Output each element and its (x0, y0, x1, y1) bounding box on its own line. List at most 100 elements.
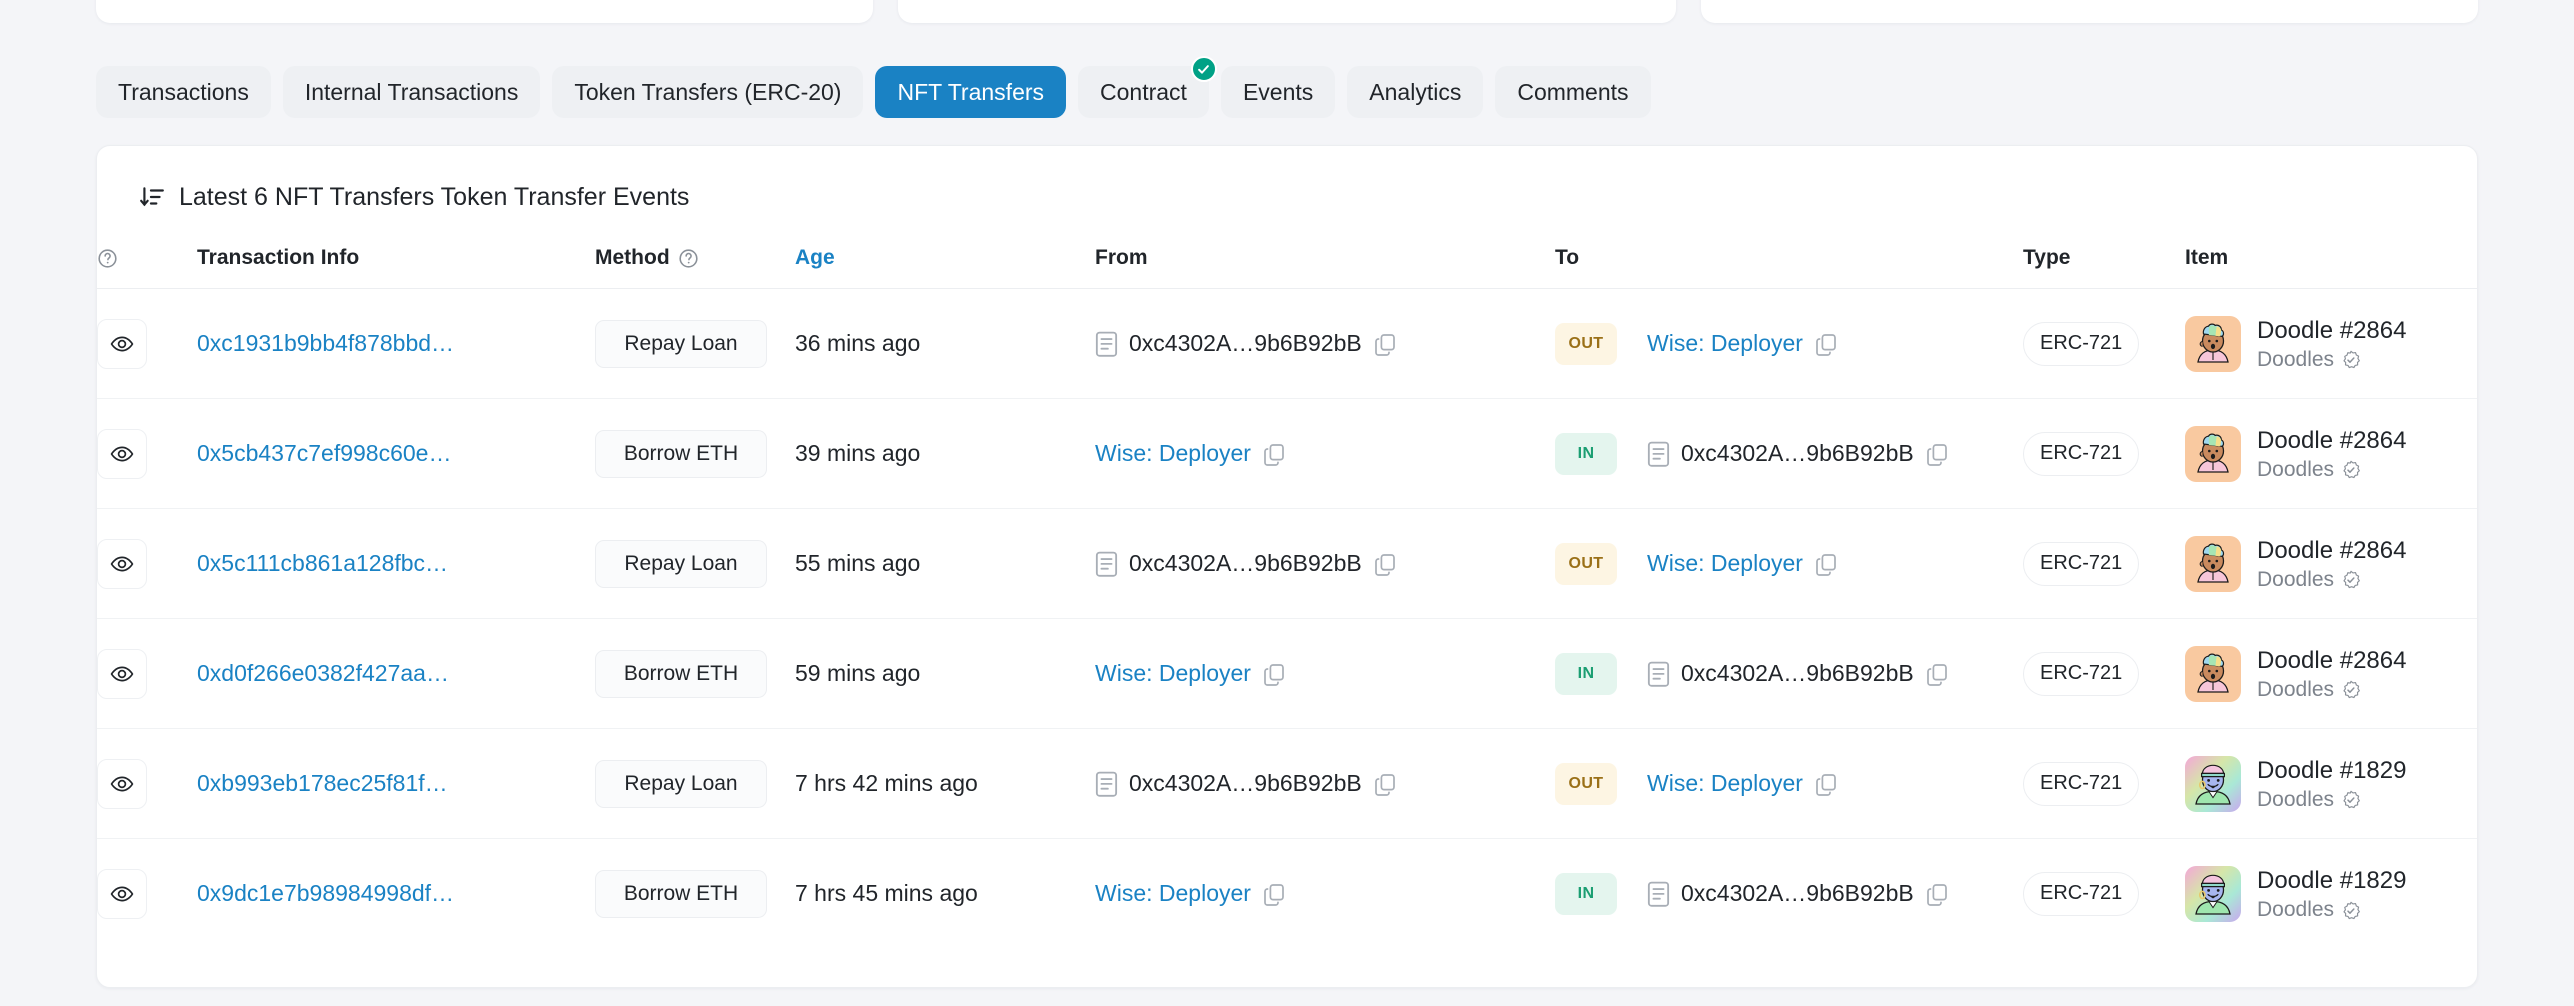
tab-transactions[interactable]: Transactions (96, 66, 271, 118)
nft-collection[interactable]: Doodles (2257, 789, 2334, 810)
nft-name[interactable]: Doodle #1829 (2257, 757, 2406, 785)
cell-from: Wise: Deployer (1095, 398, 1555, 509)
from-address-link[interactable]: Wise: Deployer (1095, 880, 1251, 907)
content-tabs: Transactions Internal Transactions Token T… (96, 56, 1651, 118)
to-party: Wise: Deployer (1647, 770, 1838, 797)
from-address-link[interactable]: Wise: Deployer (1095, 660, 1251, 687)
nft-collection[interactable]: Doodles (2257, 349, 2334, 370)
nft-name[interactable]: Doodle #2864 (2257, 427, 2406, 455)
token-type-badge: ERC-721 (2023, 431, 2140, 476)
copy-icon[interactable] (1373, 332, 1397, 356)
tab-analytics[interactable]: Analytics (1347, 66, 1484, 118)
panel-title: Latest 6 NFT Transfers Token Transfer Ev… (179, 182, 690, 211)
tab-comments[interactable]: Comments (1495, 66, 1651, 118)
eye-icon[interactable] (97, 758, 147, 809)
nft-thumbnail[interactable] (2185, 865, 2241, 922)
tab-label: Events (1242, 78, 1314, 105)
nft-thumbnail[interactable] (2185, 645, 2241, 702)
col-age[interactable]: Age (795, 232, 1095, 289)
sort-descending-icon[interactable] (139, 184, 165, 210)
to-address-link[interactable]: Wise: Deployer (1647, 770, 1803, 797)
tab-label: NFT Transfers (897, 78, 1045, 105)
cell-age: 7 hrs 45 mins ago (795, 838, 1095, 949)
col-age-label[interactable]: Age (795, 246, 835, 269)
cell-item: Doodle #1829 Doodles (2185, 838, 2477, 949)
copy-icon[interactable] (1814, 552, 1838, 576)
token-type-badge: ERC-721 (2023, 871, 2140, 916)
direction-badge: IN (1555, 652, 1617, 695)
method-badge: Repay Loan (595, 319, 767, 368)
from-address: 0xc4302A…9b6B92bB (1129, 330, 1362, 356)
copy-icon[interactable] (1373, 772, 1397, 796)
nft-collection[interactable]: Doodles (2257, 459, 2334, 480)
copy-icon[interactable] (1925, 662, 1949, 686)
tab-nft-transfers[interactable]: NFT Transfers (875, 66, 1067, 118)
table-header: Transaction Info Method Age From To Type… (97, 232, 2477, 289)
copy-icon[interactable] (1925, 442, 1949, 466)
cell-preview (97, 728, 197, 839)
eye-icon[interactable] (97, 648, 147, 699)
to-address-link[interactable]: Wise: Deployer (1647, 550, 1803, 577)
nft-name[interactable]: Doodle #2864 (2257, 537, 2406, 565)
from-party: 0xc4302A…9b6B92bB (1095, 330, 1555, 357)
tab-events[interactable]: Events (1220, 66, 1336, 118)
copy-icon[interactable] (1262, 442, 1286, 466)
to-address: 0xc4302A…9b6B92bB (1681, 880, 1914, 907)
eye-icon[interactable] (97, 428, 147, 479)
nft-thumbnail[interactable] (2185, 315, 2241, 372)
cell-method: Repay Loan (595, 508, 795, 619)
nft-name[interactable]: Doodle #2864 (2257, 647, 2406, 675)
nft-collection[interactable]: Doodles (2257, 679, 2334, 700)
to-address-link[interactable]: Wise: Deployer (1647, 330, 1803, 357)
transaction-hash-link[interactable]: 0xd0f266e0382f427aa… (197, 660, 449, 686)
copy-icon[interactable] (1262, 662, 1286, 686)
nft-thumbnail[interactable] (2185, 535, 2241, 592)
tab-internal-transactions[interactable]: Internal Transactions (282, 66, 541, 118)
nft-transfers-table: Transaction Info Method Age From To Type… (97, 232, 2477, 949)
panel-header: Latest 6 NFT Transfers Token Transfer Ev… (97, 146, 2477, 232)
tab-label: Analytics (1369, 78, 1462, 105)
tab-token-transfers-erc-20[interactable]: Token Transfers (ERC-20) (552, 66, 864, 118)
cell-type: ERC-721 (2023, 728, 2185, 839)
col-item: Item (2185, 246, 2229, 269)
cell-transaction-info: 0x5cb437c7ef998c60e… (197, 398, 595, 509)
transaction-hash-link[interactable]: 0x5c111cb861a128fbc… (197, 550, 448, 576)
cell-type: ERC-721 (2023, 838, 2185, 949)
cell-from: 0xc4302A…9b6B92bB (1095, 508, 1555, 619)
cell-from: Wise: Deployer (1095, 618, 1555, 729)
overview-card (96, 0, 874, 23)
nft-name[interactable]: Doodle #1829 (2257, 867, 2406, 895)
transaction-hash-link[interactable]: 0xc1931b9bb4f878bbd… (197, 330, 454, 356)
to-party: 0xc4302A…9b6B92bB (1647, 880, 1949, 907)
copy-icon[interactable] (1814, 332, 1838, 356)
cell-item: Doodle #1829 Doodles (2185, 728, 2477, 839)
table-body: 0xc1931b9bb4f878bbd… Repay Loan 36 mins ag… (97, 288, 2477, 949)
tab-contract[interactable]: Contract (1078, 56, 1217, 118)
help-circle-icon[interactable] (97, 248, 118, 269)
transaction-hash-link[interactable]: 0x5cb437c7ef998c60e… (197, 440, 451, 466)
nft-thumbnail[interactable] (2185, 425, 2241, 482)
copy-icon[interactable] (1814, 772, 1838, 796)
transaction-hash-link[interactable]: 0x9dc1e7b98984998df… (197, 880, 454, 906)
transaction-hash-link[interactable]: 0xb993eb178ec25f81f… (197, 770, 448, 796)
copy-icon[interactable] (1262, 882, 1286, 906)
nft-collection[interactable]: Doodles (2257, 899, 2334, 920)
from-address-link[interactable]: Wise: Deployer (1095, 440, 1251, 467)
col-preview (97, 232, 197, 289)
col-method-label: Method (595, 246, 670, 269)
nft-thumbnail[interactable] (2185, 755, 2241, 812)
nft-collection[interactable]: Doodles (2257, 569, 2334, 590)
eye-icon[interactable] (97, 538, 147, 589)
help-circle-icon[interactable] (678, 248, 699, 269)
cell-age: 39 mins ago (795, 398, 1095, 509)
copy-icon[interactable] (1925, 882, 1949, 906)
copy-icon[interactable] (1373, 552, 1397, 576)
nft-name[interactable]: Doodle #2864 (2257, 317, 2406, 345)
method-badge: Repay Loan (595, 759, 767, 808)
eye-icon[interactable] (97, 318, 147, 369)
eye-icon[interactable] (97, 868, 147, 919)
col-to: To (1555, 246, 1580, 269)
cell-type: ERC-721 (2023, 288, 2185, 399)
method-badge: Repay Loan (595, 539, 767, 588)
cell-item: Doodle #2864 Doodles (2185, 288, 2477, 399)
